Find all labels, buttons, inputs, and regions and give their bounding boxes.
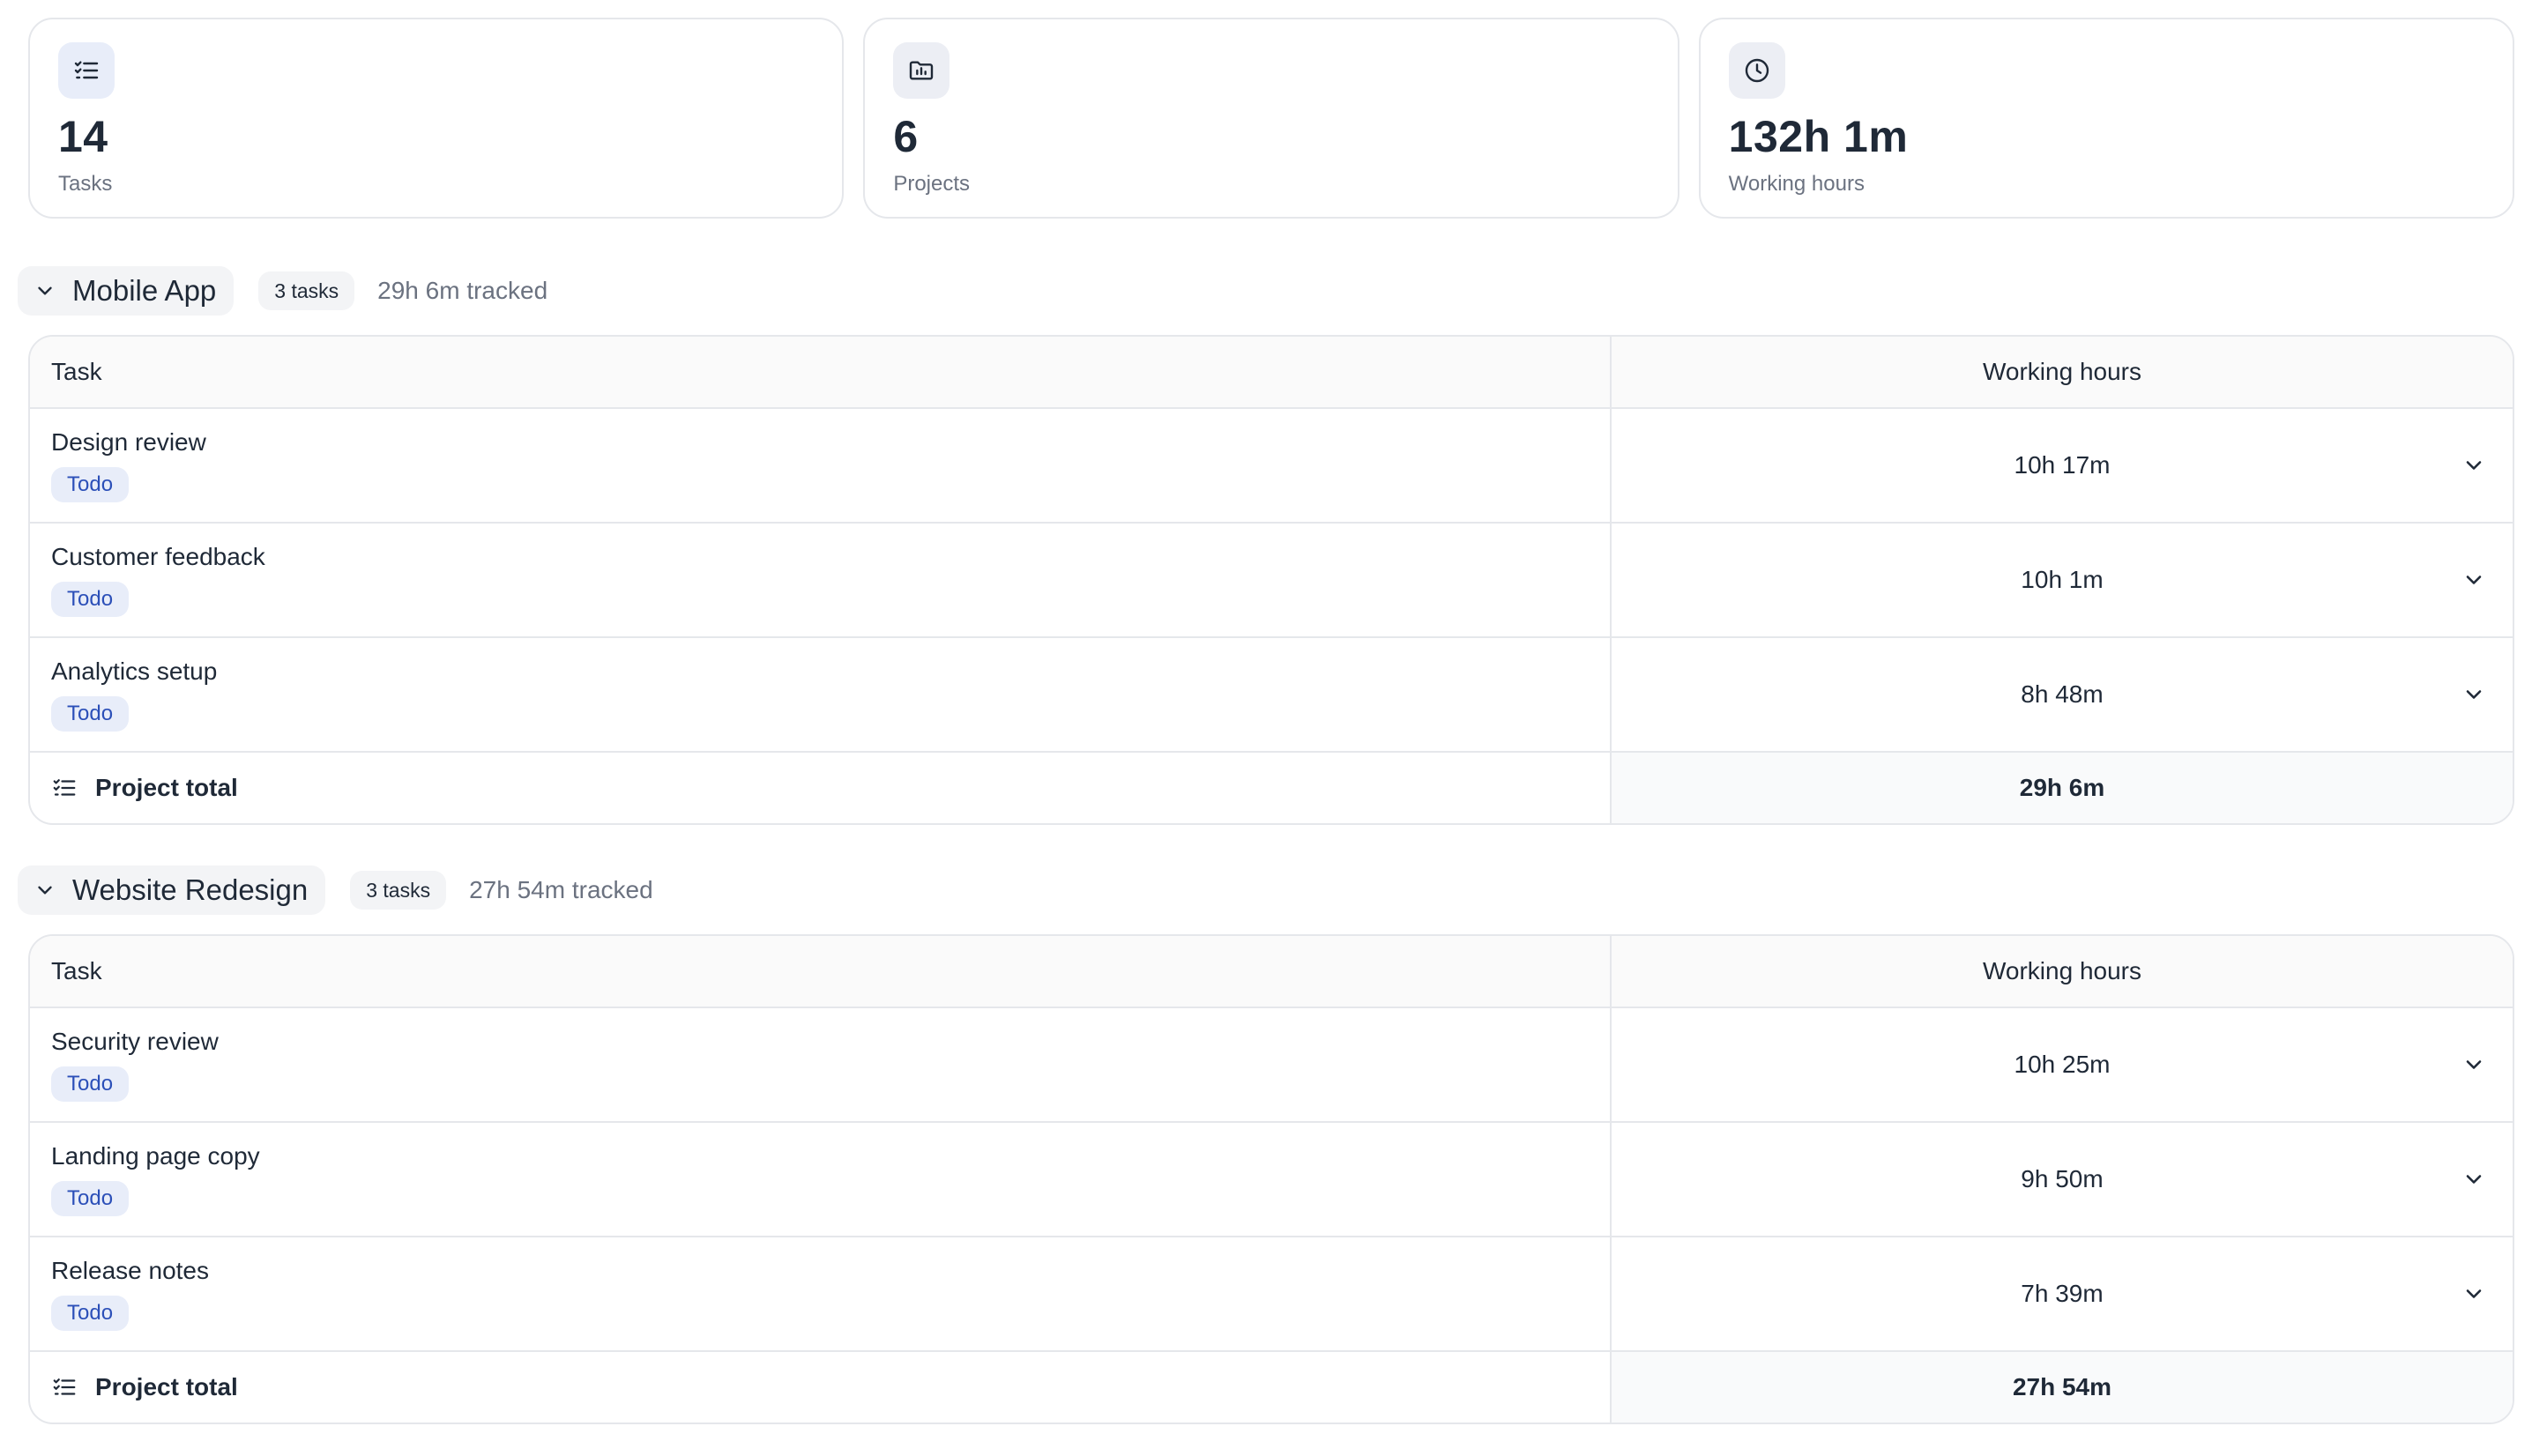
project-name: Website Redesign <box>72 873 309 906</box>
stat-label: Working hours <box>1728 172 1865 196</box>
total-cell: Project total <box>30 753 1612 823</box>
task-list-icon <box>53 1378 76 1395</box>
total-hours-cell: 29h 6m <box>1612 753 2513 823</box>
status-badge: Todo <box>51 1066 130 1102</box>
stat-card-tasks: 14 Tasks <box>28 18 845 219</box>
project-total-value: 29h 6m <box>2019 774 2105 801</box>
chevron-down-icon <box>38 886 52 895</box>
task-count-badge: 3 tasks <box>350 871 447 910</box>
table-row[interactable]: Landing page copy Todo 9h 50m <box>30 1121 2513 1236</box>
hours-value: 7h 39m <box>2021 1280 2104 1307</box>
project-table: Task Working hours Design review Todo 10… <box>28 335 2514 825</box>
project-total-label: Project total <box>95 1373 238 1400</box>
task-name: Design review <box>51 428 206 456</box>
stat-value: 132h 1m <box>1728 112 1909 161</box>
tracked-time: 27h 54m tracked <box>469 876 653 903</box>
status-badge: Todo <box>51 696 130 732</box>
project-total-row: Project total 29h 6m <box>30 751 2513 823</box>
stat-card-projects: 6 Projects <box>863 18 1679 219</box>
task-cell: Design review Todo <box>30 409 1612 522</box>
hours-cell: 10h 17m <box>1612 409 2513 522</box>
project-total-label: Project total <box>95 774 238 801</box>
stat-value: 14 <box>58 112 108 161</box>
expand-chevron-icon[interactable] <box>2461 1281 2486 1306</box>
task-name: Security review <box>51 1028 219 1055</box>
project-name: Mobile App <box>72 274 217 307</box>
stats-row: 14 Tasks 6 Projects 132h 1m Working hour… <box>28 18 2514 219</box>
column-header-working-hours: Working hours <box>1982 957 2141 984</box>
hours-cell: 9h 50m <box>1612 1123 2513 1236</box>
task-cell: Customer feedback Todo <box>30 524 1612 636</box>
status-badge: Todo <box>51 467 130 502</box>
total-hours-cell: 27h 54m <box>1612 1352 2513 1423</box>
total-cell: Project total <box>30 1352 1612 1423</box>
table-row[interactable]: Customer feedback Todo 10h 1m <box>30 522 2513 636</box>
folder-chart-icon <box>893 42 950 99</box>
task-cell: Security review Todo <box>30 1008 1612 1121</box>
project-total-row: Project total 27h 54m <box>30 1350 2513 1423</box>
hours-value: 10h 1m <box>2021 566 2104 593</box>
expand-chevron-icon[interactable] <box>2461 568 2486 592</box>
clock-icon <box>1728 42 1785 99</box>
table-header: Task Working hours <box>30 936 2513 1007</box>
task-list-icon <box>58 42 115 99</box>
task-name: Release notes <box>51 1257 210 1284</box>
table-row[interactable]: Security review Todo 10h 25m <box>30 1007 2513 1121</box>
expand-chevron-icon[interactable] <box>2461 1052 2486 1077</box>
chevron-down-icon <box>38 286 52 295</box>
status-badge: Todo <box>51 1296 130 1331</box>
hours-value: 10h 17m <box>2014 451 2111 479</box>
task-cell: Landing page copy Todo <box>30 1123 1612 1236</box>
hours-value: 10h 25m <box>2014 1051 2111 1078</box>
hours-cell: 10h 1m <box>1612 524 2513 636</box>
table-row[interactable]: Design review Todo 10h 17m <box>30 407 2513 522</box>
tracked-time: 29h 6m tracked <box>377 277 548 304</box>
stat-value: 6 <box>893 112 919 161</box>
column-header-working-hours: Working hours <box>1982 358 2141 385</box>
hours-value: 8h 48m <box>2021 680 2104 708</box>
status-badge: Todo <box>51 1181 130 1216</box>
task-cell: Analytics setup Todo <box>30 638 1612 751</box>
task-name: Analytics setup <box>51 657 218 685</box>
expand-chevron-icon[interactable] <box>2461 453 2486 478</box>
task-name: Landing page copy <box>51 1142 260 1170</box>
hours-cell: 7h 39m <box>1612 1237 2513 1350</box>
column-header-task: Task <box>30 337 1612 407</box>
project-header: Mobile App 3 tasks 29h 6m tracked <box>18 266 547 316</box>
project-collapse-toggle[interactable]: Website Redesign <box>18 865 326 915</box>
project-total-value: 27h 54m <box>2012 1373 2112 1400</box>
stat-label: Tasks <box>58 172 113 196</box>
expand-chevron-icon[interactable] <box>2461 1167 2486 1192</box>
stat-label: Projects <box>893 172 971 196</box>
project-header: Website Redesign 3 tasks 27h 54m tracked <box>18 865 653 915</box>
task-count-badge: 3 tasks <box>258 271 355 310</box>
table-row[interactable]: Analytics setup Todo 8h 48m <box>30 636 2513 751</box>
task-list-icon <box>53 779 76 796</box>
expand-chevron-icon[interactable] <box>2461 682 2486 707</box>
project-collapse-toggle[interactable]: Mobile App <box>18 266 235 316</box>
task-cell: Release notes Todo <box>30 1237 1612 1350</box>
table-row[interactable]: Release notes Todo 7h 39m <box>30 1236 2513 1350</box>
hours-cell: 8h 48m <box>1612 638 2513 751</box>
table-header: Task Working hours <box>30 337 2513 407</box>
status-badge: Todo <box>51 582 130 617</box>
hours-value: 9h 50m <box>2021 1165 2104 1192</box>
hours-cell: 10h 25m <box>1612 1008 2513 1121</box>
project-table: Task Working hours Security review Todo … <box>28 934 2514 1424</box>
stat-card-working-hours: 132h 1m Working hours <box>1698 18 2514 219</box>
task-name: Customer feedback <box>51 543 265 570</box>
column-header-task: Task <box>30 936 1612 1007</box>
